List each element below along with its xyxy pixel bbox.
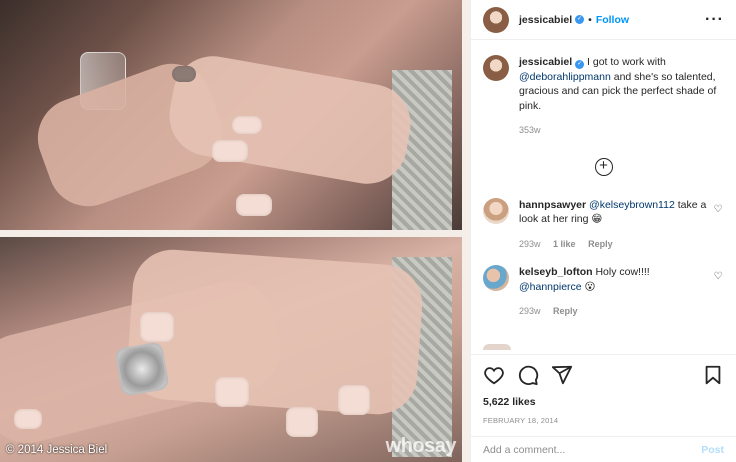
nail [140,312,174,342]
heart-icon[interactable]: ♡ [712,271,724,282]
nail [212,140,248,162]
comment-likes[interactable]: 1 like [553,239,576,249]
comment-body-before: Holy cow!!!! [592,266,650,278]
post-panel: jessicabiel ✓ • Follow ··· jessicabiel ✓ … [470,0,736,462]
share-icon[interactable] [551,364,573,386]
photo-copyright: © 2014 Jessica Biel [6,444,108,456]
follow-button[interactable]: Follow [596,14,629,26]
nail [286,407,318,437]
nail [172,66,196,82]
comment-row: kelseyb_lofton Holy cow!!!! @hannpierce … [483,265,724,319]
heart-icon[interactable]: ♡ [712,204,724,215]
verified-badge-icon: ✓ [575,15,585,24]
nail [14,409,42,429]
avatar[interactable] [483,55,509,81]
heart-icon[interactable] [483,364,505,386]
header-separator: • [588,13,592,26]
engagement-ring [114,341,170,397]
mention-link[interactable]: @kelseybrown112 [589,199,675,211]
comment-username[interactable]: hannpsawyer [519,199,586,211]
next-comment-avatar [483,344,511,350]
post-header: jessicabiel ✓ • Follow ··· [471,0,736,40]
photo-manicure [0,0,462,230]
mention-link[interactable]: @hannpierce [519,281,582,293]
action-icons [483,364,724,386]
post-viewer: © 2014 Jessica Biel whosay jessicabiel ✓… [0,0,736,462]
avatar[interactable] [483,6,509,33]
bookmark-icon[interactable] [702,364,724,386]
likes-count[interactable]: 5,622 likes [483,396,724,408]
comment-row: hannpsawyer @kelseybrown112 take a look … [483,197,724,252]
caption-meta: 353w [519,123,724,138]
comment-icon[interactable] [517,364,539,386]
more-horizontal-icon[interactable]: ··· [705,11,724,27]
avatar[interactable] [483,265,509,291]
nail [232,116,262,134]
photo-hands-ring [0,237,462,462]
collage-divider [0,230,470,237]
comment-body-after: 😮 [581,280,596,293]
nail [338,385,370,415]
verified-badge-icon: ✓ [575,60,585,69]
media-edge [462,0,470,462]
reply-button[interactable]: Reply [588,239,613,249]
nail [215,377,249,407]
caption-text: jessicabiel ✓ I got to work with @deborah… [519,55,724,138]
caption-time[interactable]: 353w [519,125,541,135]
plus-circle-icon[interactable]: + [594,157,613,176]
comment-text: kelseyb_lofton Holy cow!!!! @hannpierce … [519,265,712,319]
post-date[interactable]: FEBRUARY 18, 2014 [483,416,724,425]
avatar[interactable] [483,197,509,224]
reply-button[interactable]: Reply [553,306,578,316]
comment-text: hannpsawyer @kelseybrown112 take a look … [519,198,712,252]
post-media[interactable]: © 2014 Jessica Biel whosay [0,0,470,462]
caption-username[interactable]: jessicabiel [519,56,572,68]
post-button[interactable]: Post [701,444,724,456]
comment-time[interactable]: 293w [519,239,541,249]
mention-link[interactable]: @deborahlippmann [519,71,611,83]
comment-username[interactable]: kelseyb_lofton [519,266,593,278]
comment-meta: 293w Reply [519,304,712,319]
caption-text-before: I got to work with [584,56,666,68]
comment-input[interactable] [483,443,702,456]
hand-right [163,49,417,191]
comments-list[interactable]: jessicabiel ✓ I got to work with @deborah… [471,41,736,353]
comment-meta: 293w 1 like Reply [519,237,712,252]
comment-time[interactable]: 293w [519,306,541,316]
header-username[interactable]: jessicabiel [519,14,572,26]
caption-row: jessicabiel ✓ I got to work with @deborah… [483,55,724,138]
nail [236,194,272,216]
add-comment-bar: Post [471,436,736,462]
watermark-logo: whosay [385,435,457,457]
